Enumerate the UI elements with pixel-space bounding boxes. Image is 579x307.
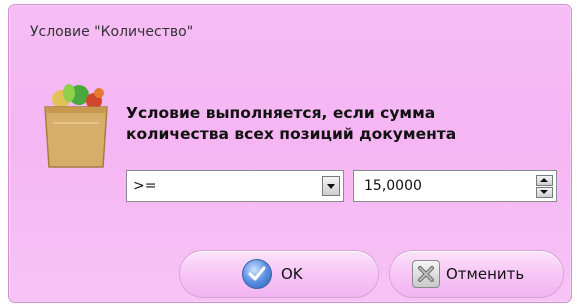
ok-button[interactable]: OK	[179, 250, 379, 298]
checkmark-icon	[242, 259, 272, 289]
spin-up-icon[interactable]	[536, 175, 553, 186]
message-line-2: количества всех позиций документа	[126, 125, 457, 143]
condition-dialog: Условие "Количество" Условие выполняется…	[8, 4, 572, 303]
condition-message: Условие выполняется, если сумма количест…	[126, 103, 566, 145]
cancel-button[interactable]: Отменить	[389, 250, 564, 298]
operator-value: >=	[133, 178, 157, 194]
quantity-spinner[interactable]: 15,0000	[353, 170, 557, 202]
operator-select[interactable]: >=	[126, 170, 344, 202]
grocery-bag-icon	[39, 83, 113, 169]
close-x-icon	[412, 260, 440, 288]
dropdown-arrow-icon[interactable]	[322, 176, 340, 196]
quantity-value[interactable]: 15,0000	[364, 178, 422, 194]
ok-label: OK	[281, 265, 303, 283]
message-line-1: Условие выполняется, если сумма	[126, 104, 436, 122]
dialog-title: Условие "Количество"	[30, 24, 194, 40]
cancel-label: Отменить	[446, 265, 525, 283]
spin-down-icon[interactable]	[536, 187, 553, 198]
spinner-arrows	[536, 175, 553, 198]
